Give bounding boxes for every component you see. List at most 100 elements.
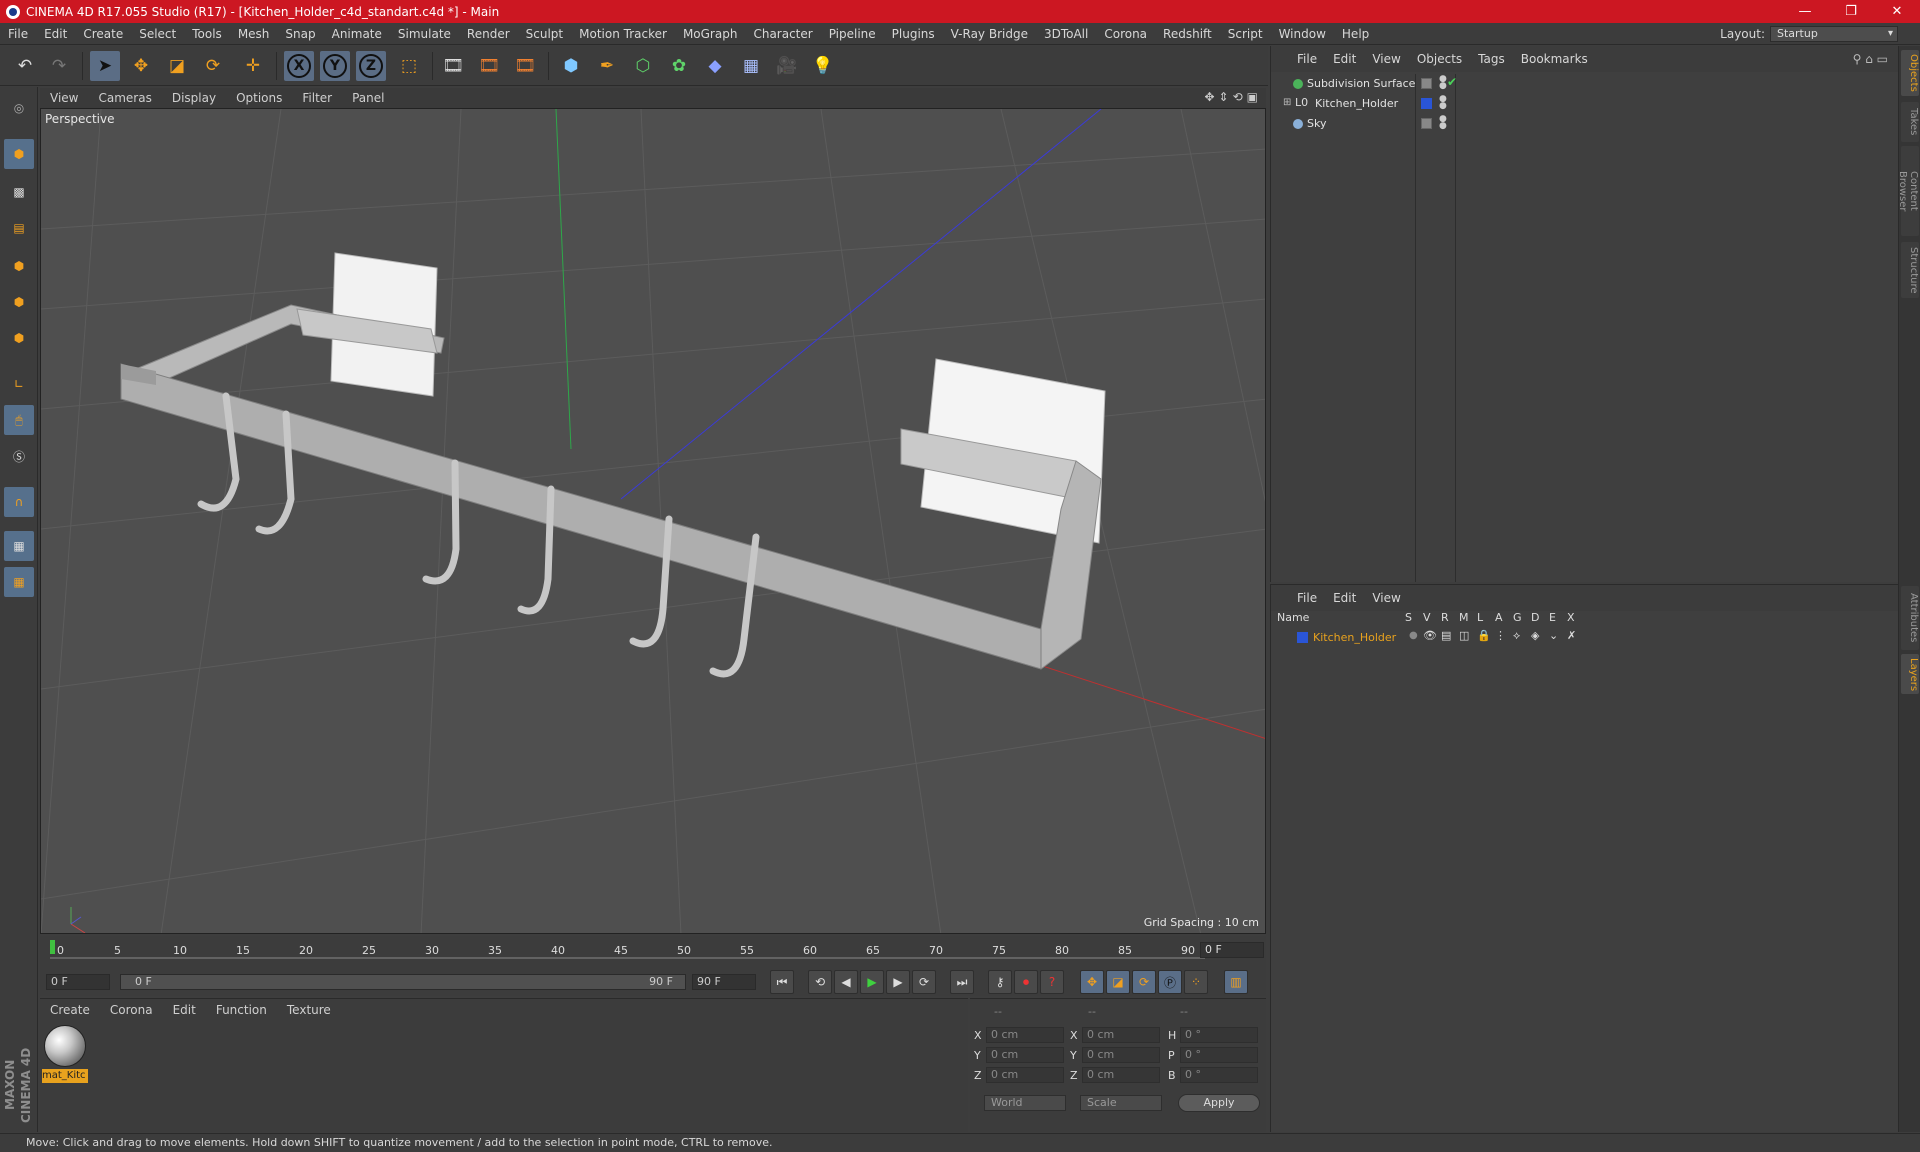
- timeline-ruler[interactable]: 0 5 10 15 20 25 30 35 40 45 50 55 60 65 …: [40, 936, 1266, 968]
- menu-mograph[interactable]: MoGraph: [675, 23, 746, 45]
- key-rotation-icon[interactable]: ⟳: [1132, 970, 1156, 994]
- tab-structure[interactable]: Structure: [1901, 242, 1919, 298]
- floor-icon[interactable]: ▦: [736, 51, 766, 81]
- viewport-menu-options[interactable]: Options: [226, 91, 292, 105]
- menu-redshift[interactable]: Redshift: [1155, 23, 1220, 45]
- render-region-icon[interactable]: 🎞: [474, 51, 504, 81]
- end-frame-field[interactable]: 90 F: [692, 974, 756, 990]
- polygons-mode-icon[interactable]: ⬢: [4, 323, 34, 353]
- size-z-field[interactable]: 0 cm: [1082, 1067, 1160, 1083]
- tab-objects[interactable]: Objects: [1901, 50, 1919, 96]
- deformer-icon[interactable]: ◆: [700, 51, 730, 81]
- points-mode-icon[interactable]: ⬢: [4, 251, 34, 281]
- position-y-field[interactable]: 0 cm: [986, 1047, 1064, 1063]
- x-axis-icon[interactable]: X: [284, 51, 314, 81]
- layer-col-e[interactable]: E: [1549, 611, 1556, 624]
- snap-icon[interactable]: ∩: [4, 487, 34, 517]
- size-x-field[interactable]: 0 cm: [1082, 1027, 1160, 1043]
- make-editable-icon[interactable]: ◎: [4, 93, 34, 123]
- size-y-field[interactable]: 0 cm: [1082, 1047, 1160, 1063]
- key-position-icon[interactable]: ✥: [1080, 970, 1104, 994]
- scale-icon[interactable]: ◪: [162, 51, 192, 81]
- layer-col-m[interactable]: M: [1459, 611, 1469, 624]
- axis-mode-icon[interactable]: ∟: [4, 369, 34, 399]
- objects-menu-view[interactable]: View: [1364, 52, 1408, 66]
- object-name[interactable]: Kitchen_Holder: [1315, 97, 1398, 110]
- rotation-p-field[interactable]: 0 °: [1180, 1047, 1258, 1063]
- layer-col-s[interactable]: S: [1405, 611, 1412, 624]
- lock-workplane-icon[interactable]: ▦: [4, 531, 34, 561]
- layer-col-a[interactable]: A: [1495, 611, 1503, 624]
- position-z-field[interactable]: 0 cm: [986, 1067, 1064, 1083]
- dolly-icon[interactable]: ⇕: [1219, 90, 1229, 104]
- key-pla-icon[interactable]: ⁘: [1184, 970, 1208, 994]
- menu-corona[interactable]: Corona: [1096, 23, 1155, 45]
- menu-script[interactable]: Script: [1220, 23, 1271, 45]
- cube-icon[interactable]: ⬢: [556, 51, 586, 81]
- layer-name[interactable]: Kitchen_Holder: [1313, 631, 1396, 644]
- new-view-icon[interactable]: ▭: [1877, 52, 1888, 66]
- menu-file[interactable]: File: [0, 23, 36, 45]
- layer-swatch-icon[interactable]: [1421, 98, 1432, 109]
- viewport-menu-view[interactable]: View: [40, 91, 88, 105]
- model-mode-icon[interactable]: ⬢: [4, 139, 34, 169]
- layer-swatch-icon[interactable]: [1421, 118, 1432, 129]
- timeline-window-icon[interactable]: ▥: [1224, 970, 1248, 994]
- position-x-field[interactable]: 0 cm: [986, 1027, 1064, 1043]
- layer-row-kitchen-holder[interactable]: Kitchen_Holder ● 👁 ▤ ◫ 🔒 ⋮ ⟡ ◈ ⌄ ✗: [1271, 629, 1898, 649]
- close-button[interactable]: ✕: [1874, 0, 1920, 23]
- rotation-h-field[interactable]: 0 °: [1180, 1027, 1258, 1043]
- solo-icon[interactable]: Ⓢ: [4, 441, 34, 471]
- prev-key-icon[interactable]: ⟲: [808, 970, 832, 994]
- tweak-mode-icon[interactable]: 🖱: [4, 405, 34, 435]
- menu-vray-bridge[interactable]: V-Ray Bridge: [943, 23, 1036, 45]
- object-name[interactable]: Sky: [1307, 117, 1326, 130]
- layer-col-r[interactable]: R: [1441, 611, 1449, 624]
- render-view-icon[interactable]: 🎞: [438, 51, 468, 81]
- objects-menu-edit[interactable]: Edit: [1325, 52, 1364, 66]
- prev-frame-icon[interactable]: ◀: [834, 970, 858, 994]
- generators-toggle-icon[interactable]: ⟡: [1513, 629, 1520, 643]
- menu-tools[interactable]: Tools: [184, 23, 230, 45]
- render-toggle-icon[interactable]: ▤: [1441, 629, 1451, 642]
- workplane-icon[interactable]: ▤: [4, 213, 34, 243]
- material-menu-corona[interactable]: Corona: [100, 1003, 163, 1017]
- menu-simulate[interactable]: Simulate: [390, 23, 459, 45]
- layer-col-d[interactable]: D: [1531, 611, 1539, 624]
- menu-3dtoall[interactable]: 3DToAll: [1036, 23, 1096, 45]
- record-icon[interactable]: ⏺: [1014, 970, 1038, 994]
- camera-icon[interactable]: 🎥: [772, 51, 802, 81]
- deformers-toggle-icon[interactable]: ◈: [1531, 629, 1539, 642]
- object-row-subdivision-surface[interactable]: Subdivision Surface ● ● ✔: [1271, 74, 1898, 94]
- material-menu-create[interactable]: Create: [40, 1003, 100, 1017]
- preview-range-slider[interactable]: 0 F 90 F: [120, 974, 686, 990]
- view-toggle-icon[interactable]: 👁: [1423, 629, 1437, 642]
- objects-menu-bookmarks[interactable]: Bookmarks: [1513, 52, 1596, 66]
- viewport-menu-panel[interactable]: Panel: [342, 91, 394, 105]
- undo-icon[interactable]: ↶: [10, 51, 40, 81]
- redo-icon[interactable]: ↷: [44, 51, 74, 81]
- rotate-icon[interactable]: ⟳: [198, 51, 228, 81]
- layer-col-v[interactable]: V: [1423, 611, 1431, 624]
- expressions-toggle-icon[interactable]: ⌄: [1549, 629, 1558, 642]
- search-icon[interactable]: ⚲: [1853, 52, 1862, 66]
- menu-help[interactable]: Help: [1334, 23, 1377, 45]
- home-icon[interactable]: ⌂: [1865, 52, 1873, 66]
- layout-select[interactable]: Startup: [1770, 26, 1898, 42]
- render-settings-icon[interactable]: 🎞: [510, 51, 540, 81]
- menu-mesh[interactable]: Mesh: [230, 23, 278, 45]
- coord-space-select[interactable]: World: [984, 1095, 1066, 1111]
- material-menu-edit[interactable]: Edit: [163, 1003, 206, 1017]
- menu-character[interactable]: Character: [745, 23, 820, 45]
- planar-workplane-icon[interactable]: ▦: [4, 567, 34, 597]
- edges-mode-icon[interactable]: ⬢: [4, 287, 34, 317]
- objects-menu-objects[interactable]: Objects: [1409, 52, 1470, 66]
- layer-col-x[interactable]: X: [1567, 611, 1575, 624]
- animation-toggle-icon[interactable]: ⋮: [1495, 629, 1506, 642]
- menu-animate[interactable]: Animate: [324, 23, 390, 45]
- move-icon[interactable]: ✥: [126, 51, 156, 81]
- perspective-viewport[interactable]: Perspective Grid Spacing : 10 cm: [40, 108, 1266, 934]
- texture-mode-icon[interactable]: ▩: [4, 177, 34, 207]
- viewport-menu-cameras[interactable]: Cameras: [88, 91, 161, 105]
- select-icon[interactable]: ➤: [90, 51, 120, 81]
